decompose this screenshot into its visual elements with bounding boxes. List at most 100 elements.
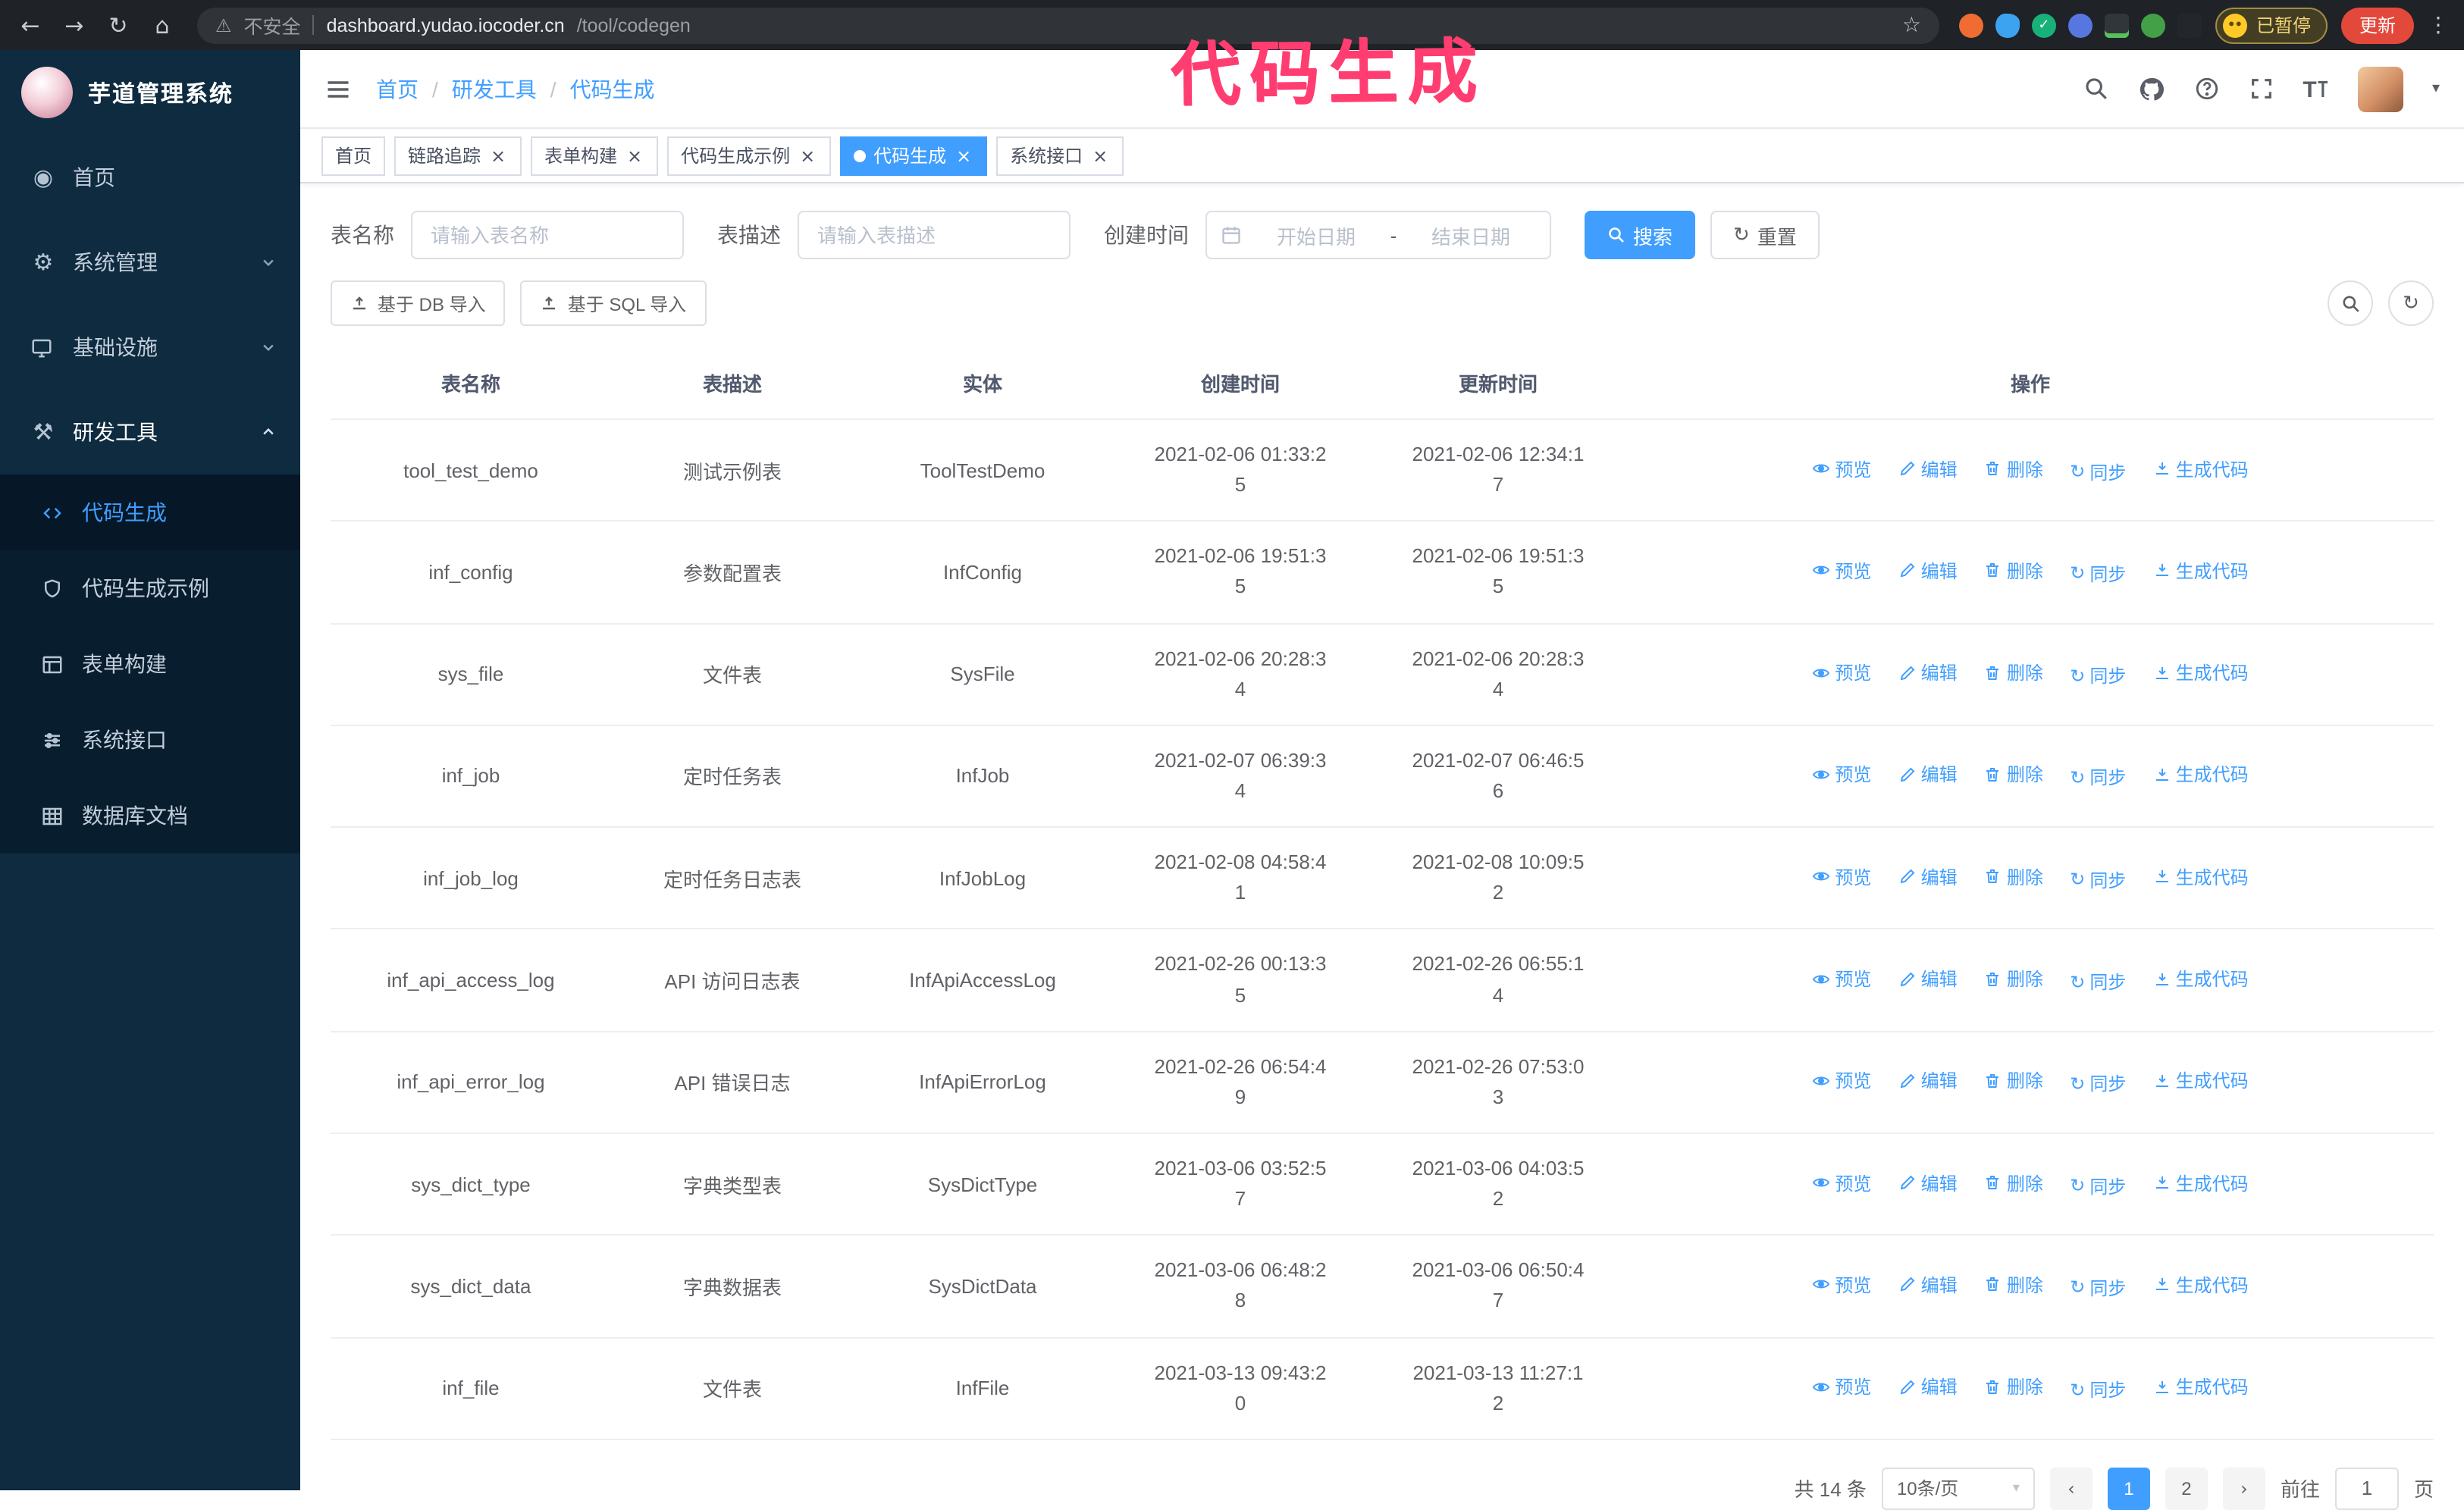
table-row[interactable]: inf_job_log 定时任务日志表 InfJobLog 2021-02-08… <box>331 827 2434 930</box>
sync-link[interactable]: ↻ 同步 <box>2070 1275 2126 1301</box>
sync-link[interactable]: ↻ 同步 <box>2070 1071 2126 1097</box>
profile-paused-chip[interactable]: 已暂停 <box>2215 7 2328 43</box>
table-desc-input[interactable] <box>798 211 1071 259</box>
sidebar-item-api[interactable]: 系统接口 <box>0 702 300 778</box>
generate-code-link[interactable]: 生成代码 <box>2153 1170 2249 1195</box>
breadcrumb-item[interactable]: 代码生成 <box>570 74 655 104</box>
delete-link[interactable]: 删除 <box>1984 659 2043 685</box>
font-size-icon[interactable]: T⊺ <box>2303 75 2329 102</box>
table-name-input[interactable] <box>411 211 684 259</box>
tab-trace[interactable]: 链路追踪 × <box>394 136 522 175</box>
delete-link[interactable]: 删除 <box>1984 558 2043 584</box>
tab-form-builder[interactable]: 表单构建 × <box>531 136 659 175</box>
forward-icon[interactable]: → <box>59 11 89 39</box>
sync-link[interactable]: ↻ 同步 <box>2070 459 2126 484</box>
fullscreen-icon[interactable] <box>2248 76 2274 102</box>
extension-icon[interactable] <box>1958 13 1983 37</box>
extension-icon[interactable] <box>2140 13 2165 37</box>
edit-link[interactable]: 编辑 <box>1898 1272 1958 1298</box>
extension-icon[interactable] <box>2177 13 2202 37</box>
preview-link[interactable]: 预览 <box>1812 659 1871 685</box>
bookmark-star-icon[interactable]: ☆ <box>1902 13 1921 37</box>
edit-link[interactable]: 编辑 <box>1898 659 1958 685</box>
toggle-search-button[interactable] <box>2328 280 2373 326</box>
sidebar-item-devtools[interactable]: ⚒ 研发工具 <box>0 390 300 475</box>
table-row[interactable]: inf_api_access_log API 访问日志表 InfApiAcces… <box>331 929 2434 1032</box>
page-size-select[interactable]: 10条/页 ▾ <box>1881 1467 2035 1510</box>
edit-link[interactable]: 编辑 <box>1898 966 1958 992</box>
sidebar-logo[interactable]: 芋道管理系统 <box>0 50 300 135</box>
preview-link[interactable]: 预览 <box>1812 558 1871 584</box>
breadcrumb-item[interactable]: 研发工具 <box>452 74 537 104</box>
sidebar-item-form-builder[interactable]: 表单构建 <box>0 626 300 702</box>
table-row[interactable]: inf_config 参数配置表 InfConfig 2021-02-06 19… <box>331 521 2434 625</box>
close-icon[interactable]: × <box>488 146 508 164</box>
edit-link[interactable]: 编辑 <box>1898 1068 1958 1094</box>
generate-code-link[interactable]: 生成代码 <box>2153 1374 2249 1399</box>
generate-code-link[interactable]: 生成代码 <box>2153 762 2249 788</box>
delete-link[interactable]: 删除 <box>1984 1374 2043 1399</box>
sync-link[interactable]: ↻ 同步 <box>2070 1377 2126 1402</box>
tab-codegen[interactable]: 代码生成 × <box>840 136 988 175</box>
close-icon[interactable]: × <box>798 146 817 164</box>
generate-code-link[interactable]: 生成代码 <box>2153 659 2249 685</box>
close-icon[interactable]: × <box>954 146 973 164</box>
preview-link[interactable]: 预览 <box>1812 1068 1871 1094</box>
table-row[interactable]: sys_file 文件表 SysFile 2021-02-06 20:28:34… <box>331 623 2434 726</box>
extension-icon[interactable] <box>1995 13 2020 37</box>
table-row[interactable]: tool_test_demo 测试示例表 ToolTestDemo 2021-0… <box>331 419 2434 522</box>
delete-link[interactable]: 删除 <box>1984 1272 2043 1298</box>
edit-link[interactable]: 编辑 <box>1898 1374 1958 1399</box>
preview-link[interactable]: 预览 <box>1812 864 1871 890</box>
generate-code-link[interactable]: 生成代码 <box>2153 456 2249 481</box>
table-row[interactable]: sys_dict_type 字典类型表 SysDictType 2021-03-… <box>331 1132 2434 1236</box>
generate-code-link[interactable]: 生成代码 <box>2153 1068 2249 1094</box>
extension-icon[interactable] <box>2104 13 2129 37</box>
import-sql-button[interactable]: 基于 SQL 导入 <box>520 280 707 326</box>
preview-link[interactable]: 预览 <box>1812 1272 1871 1298</box>
breadcrumb-item[interactable]: 首页 <box>376 74 419 104</box>
tab-codegen-example[interactable]: 代码生成示例 × <box>667 136 832 175</box>
table-row[interactable]: inf_api_error_log API 错误日志 InfApiErrorLo… <box>331 1031 2434 1134</box>
sync-link[interactable]: ↻ 同步 <box>2070 867 2126 893</box>
prev-page-button[interactable]: ‹ <box>2049 1467 2093 1510</box>
table-row[interactable]: inf_job 定时任务表 InfJob 2021-02-07 06:39:34… <box>331 725 2434 829</box>
sidebar-item-system[interactable]: ⚙ 系统管理 <box>0 220 300 305</box>
reset-button[interactable]: ↻ 重置 <box>1710 211 1820 259</box>
hamburger-icon[interactable] <box>324 75 352 102</box>
browser-menu-icon[interactable]: ⋮ <box>2428 13 2449 37</box>
preview-link[interactable]: 预览 <box>1812 966 1871 992</box>
edit-link[interactable]: 编辑 <box>1898 762 1958 788</box>
tab-home[interactable]: 首页 <box>321 136 386 175</box>
page-button-1[interactable]: 1 <box>2107 1467 2150 1510</box>
table-row[interactable]: inf_file 文件表 InfFile 2021-03-13 09:43:20… <box>331 1337 2434 1440</box>
search-button[interactable]: 搜索 <box>1585 211 1696 259</box>
extension-icon[interactable]: ✓ <box>2031 13 2056 37</box>
delete-link[interactable]: 删除 <box>1984 1170 2043 1195</box>
delete-link[interactable]: 删除 <box>1984 456 2043 481</box>
generate-code-link[interactable]: 生成代码 <box>2153 1272 2249 1298</box>
sidebar-item-codegen-example[interactable]: 代码生成示例 <box>0 550 300 626</box>
preview-link[interactable]: 预览 <box>1812 456 1871 481</box>
delete-link[interactable]: 删除 <box>1984 1068 2043 1094</box>
search-icon[interactable] <box>2083 76 2108 102</box>
home-icon[interactable]: ⌂ <box>147 11 177 39</box>
help-icon[interactable] <box>2193 76 2219 102</box>
generate-code-link[interactable]: 生成代码 <box>2153 966 2249 992</box>
back-icon[interactable]: ← <box>15 11 45 39</box>
user-avatar[interactable] <box>2357 66 2403 111</box>
import-db-button[interactable]: 基于 DB 导入 <box>331 280 506 326</box>
extension-icon[interactable] <box>2067 13 2093 37</box>
sidebar-item-infra[interactable]: 基础设施 <box>0 305 300 390</box>
sync-link[interactable]: ↻ 同步 <box>2070 969 2126 995</box>
preview-link[interactable]: 预览 <box>1812 762 1871 788</box>
close-icon[interactable]: × <box>1090 146 1110 164</box>
sync-link[interactable]: ↻ 同步 <box>2070 1173 2126 1198</box>
preview-link[interactable]: 预览 <box>1812 1374 1871 1399</box>
address-bar[interactable]: ⚠ 不安全 dashboard.yudao.iocoder.cn/tool/co… <box>197 7 1939 43</box>
edit-link[interactable]: 编辑 <box>1898 558 1958 584</box>
reload-icon[interactable]: ↻ <box>103 11 133 39</box>
sync-link[interactable]: ↻ 同步 <box>2070 765 2126 791</box>
refresh-table-button[interactable]: ↻ <box>2388 280 2434 326</box>
delete-link[interactable]: 删除 <box>1984 966 2043 992</box>
